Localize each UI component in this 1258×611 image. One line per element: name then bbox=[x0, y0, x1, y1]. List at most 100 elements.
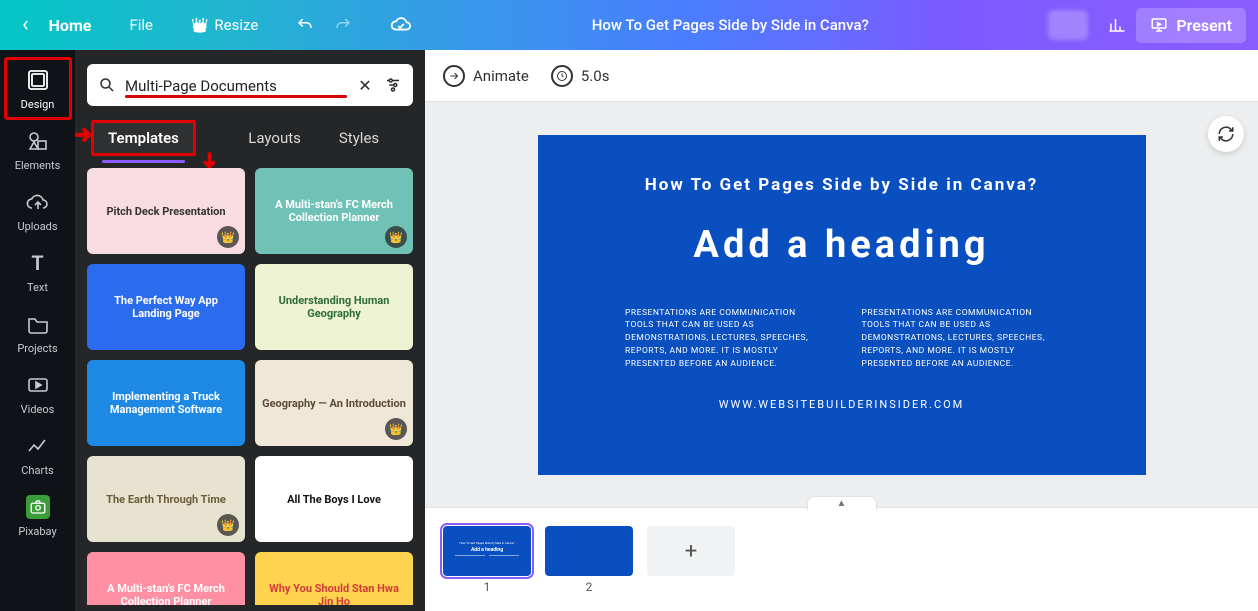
rail-label: Videos bbox=[21, 403, 55, 416]
pro-badge-icon: 👑 bbox=[385, 226, 407, 248]
template-title: Why You Should Stan Hwa Jin Ho bbox=[261, 582, 407, 605]
slide-body-left[interactable]: PRESENTATIONS ARE COMMUNICATION TOOLS TH… bbox=[625, 307, 821, 371]
insights-button[interactable] bbox=[1098, 10, 1136, 40]
page-number-2: 2 bbox=[586, 580, 593, 594]
chart-line-icon bbox=[26, 434, 50, 458]
text-icon: T bbox=[26, 251, 50, 275]
add-page-button[interactable]: + bbox=[647, 526, 735, 576]
template-grid: Pitch Deck Presentation👑A Multi-stan's F… bbox=[87, 168, 413, 605]
page-thumbnails: How To Get Pages Side by Side in Canva? … bbox=[443, 526, 1240, 594]
rail-charts[interactable]: Charts bbox=[5, 424, 71, 485]
tab-styles[interactable]: Styles bbox=[325, 123, 393, 153]
rail-videos[interactable]: Videos bbox=[5, 363, 71, 424]
bar-chart-icon bbox=[1108, 16, 1126, 34]
filter-icon[interactable] bbox=[383, 75, 403, 95]
redo-icon bbox=[334, 16, 352, 34]
template-card[interactable]: The Earth Through Time 👑 bbox=[87, 456, 245, 542]
animate-button[interactable]: Animate bbox=[443, 65, 529, 87]
crown-icon bbox=[191, 16, 208, 34]
home-button[interactable]: Home bbox=[39, 10, 102, 41]
template-title: A Multi-stan's FC Merch Collection Plann… bbox=[93, 582, 239, 605]
tab-templates[interactable]: Templates bbox=[91, 120, 196, 156]
template-title: Pitch Deck Presentation bbox=[106, 205, 225, 218]
tab-layouts[interactable]: Layouts bbox=[234, 123, 315, 153]
rail-label: Projects bbox=[17, 342, 57, 355]
avatar[interactable] bbox=[1048, 10, 1088, 40]
template-card[interactable]: Pitch Deck Presentation 👑 bbox=[87, 168, 245, 254]
duration-label: 5.0s bbox=[581, 67, 610, 85]
canvas-stage[interactable]: How To Get Pages Side by Side in Canva? … bbox=[425, 102, 1258, 507]
template-card[interactable]: A Multi-stan's FC Merch Collection Plann… bbox=[255, 168, 413, 254]
slide-heading[interactable]: Add a heading bbox=[693, 223, 989, 267]
slide-footer-url[interactable]: WWW.WEBSITEBUILDERINSIDER.COM bbox=[719, 398, 965, 411]
cloud-sync-button[interactable] bbox=[380, 8, 422, 42]
redo-button[interactable] bbox=[324, 10, 362, 40]
canvas-area: Animate 5.0s How To Get Pages Side by Si… bbox=[425, 50, 1258, 611]
rail-pixabay[interactable]: Pixabay bbox=[5, 485, 71, 546]
rail-projects[interactable]: Projects bbox=[5, 302, 71, 363]
pro-badge-icon: 👑 bbox=[217, 514, 239, 536]
design-icon bbox=[26, 68, 50, 92]
template-search[interactable] bbox=[87, 64, 413, 106]
present-button[interactable]: Present bbox=[1136, 8, 1246, 43]
search-input[interactable] bbox=[125, 77, 324, 95]
page-thumb-2[interactable] bbox=[545, 526, 633, 576]
rail-label: Pixabay bbox=[18, 525, 56, 538]
page-number-1: 1 bbox=[484, 580, 491, 594]
template-card[interactable]: The Perfect Way App Landing Page bbox=[87, 264, 245, 350]
page-thumb-1[interactable]: How To Get Pages Side by Side in Canva? … bbox=[443, 526, 531, 576]
present-label: Present bbox=[1176, 16, 1232, 35]
design-panel: ➜ Templates ➜ Layouts Styles Pitch Deck … bbox=[75, 50, 425, 611]
clear-search-icon[interactable] bbox=[355, 75, 375, 95]
rail-design[interactable]: Design bbox=[5, 58, 71, 119]
document-title[interactable]: How To Get Pages Side by Side in Canva? bbox=[422, 16, 1038, 34]
refresh-icon bbox=[1217, 125, 1235, 143]
template-card[interactable]: All The Boys I Love bbox=[255, 456, 413, 542]
pro-badge-icon: 👑 bbox=[385, 418, 407, 440]
shapes-icon bbox=[26, 129, 50, 153]
template-card[interactable]: Why You Should Stan Hwa Jin Ho bbox=[255, 552, 413, 605]
rail-label: Charts bbox=[21, 464, 53, 477]
rail-label: Design bbox=[21, 98, 55, 111]
slide-subtitle[interactable]: How To Get Pages Side by Side in Canva? bbox=[645, 175, 1039, 195]
template-card[interactable]: Understanding Human Geography bbox=[255, 264, 413, 350]
back-button[interactable] bbox=[12, 8, 39, 42]
pro-badge-icon: 👑 bbox=[217, 226, 239, 248]
canvas-toolbar: Animate 5.0s bbox=[425, 50, 1258, 102]
panel-tabs: Templates ➜ Layouts Styles bbox=[91, 120, 409, 156]
undo-button[interactable] bbox=[286, 10, 324, 40]
undo-icon bbox=[296, 16, 314, 34]
rail-label: Text bbox=[27, 281, 48, 294]
resize-label: Resize bbox=[214, 16, 258, 34]
template-title: Implementing a Truck Management Software bbox=[93, 390, 239, 416]
camera-icon bbox=[26, 495, 50, 519]
cloud-check-icon bbox=[390, 14, 412, 36]
file-menu[interactable]: File bbox=[119, 10, 163, 40]
video-icon bbox=[26, 373, 50, 397]
page-strip: ▲ How To Get Pages Side by Side in Canva… bbox=[425, 507, 1258, 611]
template-card[interactable]: A Multi-stan's FC Merch Collection Plann… bbox=[87, 552, 245, 605]
template-card[interactable]: Implementing a Truck Management Software bbox=[87, 360, 245, 446]
top-header: Home File Resize How To Get Pages Side b… bbox=[0, 0, 1258, 50]
chevron-left-icon bbox=[22, 14, 29, 36]
resize-button[interactable]: Resize bbox=[181, 10, 268, 40]
slide-body-columns[interactable]: PRESENTATIONS ARE COMMUNICATION TOOLS TH… bbox=[625, 307, 1058, 371]
template-title: Understanding Human Geography bbox=[261, 294, 407, 320]
template-title: All The Boys I Love bbox=[287, 493, 381, 506]
expand-strip-handle[interactable]: ▲ bbox=[807, 496, 877, 510]
slide-body-right[interactable]: PRESENTATIONS ARE COMMUNICATION TOOLS TH… bbox=[862, 307, 1058, 371]
rail-elements[interactable]: Elements bbox=[5, 119, 71, 180]
shuffle-layout-button[interactable] bbox=[1208, 116, 1244, 152]
left-rail: Design Elements Uploads T Text Projects … bbox=[0, 50, 75, 611]
folder-icon bbox=[26, 312, 50, 336]
animate-label: Animate bbox=[473, 67, 529, 85]
template-title: The Perfect Way App Landing Page bbox=[93, 294, 239, 320]
annotation-arrow-down: ➜ bbox=[197, 151, 222, 169]
template-card[interactable]: Geography — An Introduction👑 bbox=[255, 360, 413, 446]
cloud-upload-icon bbox=[26, 190, 50, 214]
rail-text[interactable]: T Text bbox=[5, 241, 71, 302]
slide[interactable]: How To Get Pages Side by Side in Canva? … bbox=[538, 135, 1146, 475]
template-title: The Earth Through Time bbox=[106, 493, 226, 506]
duration-button[interactable]: 5.0s bbox=[551, 65, 610, 87]
rail-uploads[interactable]: Uploads bbox=[5, 180, 71, 241]
